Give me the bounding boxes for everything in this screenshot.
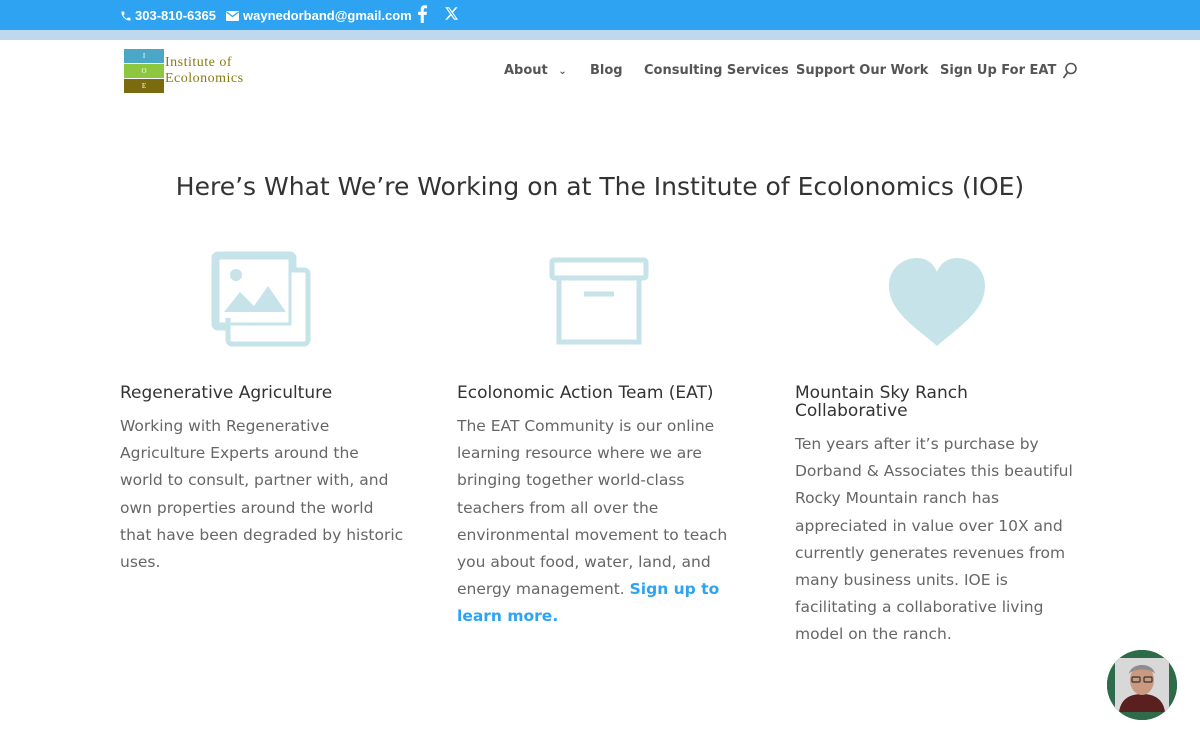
archive-box-icon [549,257,649,345]
nav-item-blog[interactable]: Blog [590,63,623,78]
column-body: The EAT Community is our online learning… [457,413,742,631]
site-header: I O E Institute of Ecolonomics About ⌄ B… [0,40,1200,102]
section-heading: Here’s What We’re Working on at The Inst… [175,172,1025,201]
column-title: Regenerative Agriculture [120,383,333,403]
phone-icon [121,11,131,20]
nav-label-about: About [504,63,548,78]
email-address: waynedorband@gmail.com [243,8,412,23]
phone-number: 303-810-6365 [135,8,216,23]
chevron-down-icon: ⌄ [558,66,567,77]
mail-icon [226,10,239,21]
column-title-line1: Mountain Sky Ranch [795,383,968,403]
email-contact[interactable]: waynedorband@gmail.com [226,8,412,23]
column-body: Working with Regenerative Agriculture Ex… [120,417,404,572]
images-icon [211,251,311,347]
logo-letter-o: O [141,67,147,75]
logo-blocks: I O E [124,49,164,93]
x-icon[interactable] [444,6,459,21]
heart-icon [889,258,985,346]
link-suffix: . [552,607,559,626]
facebook-icon[interactable] [416,5,428,23]
column-title: Mountain Sky Ranch Collaborative [795,384,1075,420]
avatar [1107,650,1177,720]
column-body: Ten years after it’s purchase by Dorband… [795,435,1073,644]
logo-line1: Institute of [165,55,233,70]
topbar-divider [0,30,1200,40]
nav-item-about[interactable]: About ⌄ [504,63,567,78]
phone-contact[interactable]: 303-810-6365 [120,8,216,23]
column-title: Ecolonomic Action Team (EAT) [457,383,714,403]
chat-widget-button[interactable] [1107,650,1177,720]
logo-letter-e: E [141,82,147,90]
search-icon[interactable] [1062,62,1078,80]
logo-letter-i: I [142,52,146,60]
column-title-line2: Collaborative [795,401,908,421]
nav-item-signup[interactable]: Sign Up For EAT [940,63,1056,78]
nav-item-support[interactable]: Support Our Work [796,63,928,78]
nav-item-consulting[interactable]: Consulting Services [644,63,789,78]
column-body-text: The EAT Community is our online learning… [457,417,728,599]
site-logo[interactable]: I O E Institute of Ecolonomics [124,49,274,93]
top-bar: 303-810-6365 waynedorband@gmail.com [0,0,1200,30]
logo-line2: Ecolonomics [165,71,244,86]
